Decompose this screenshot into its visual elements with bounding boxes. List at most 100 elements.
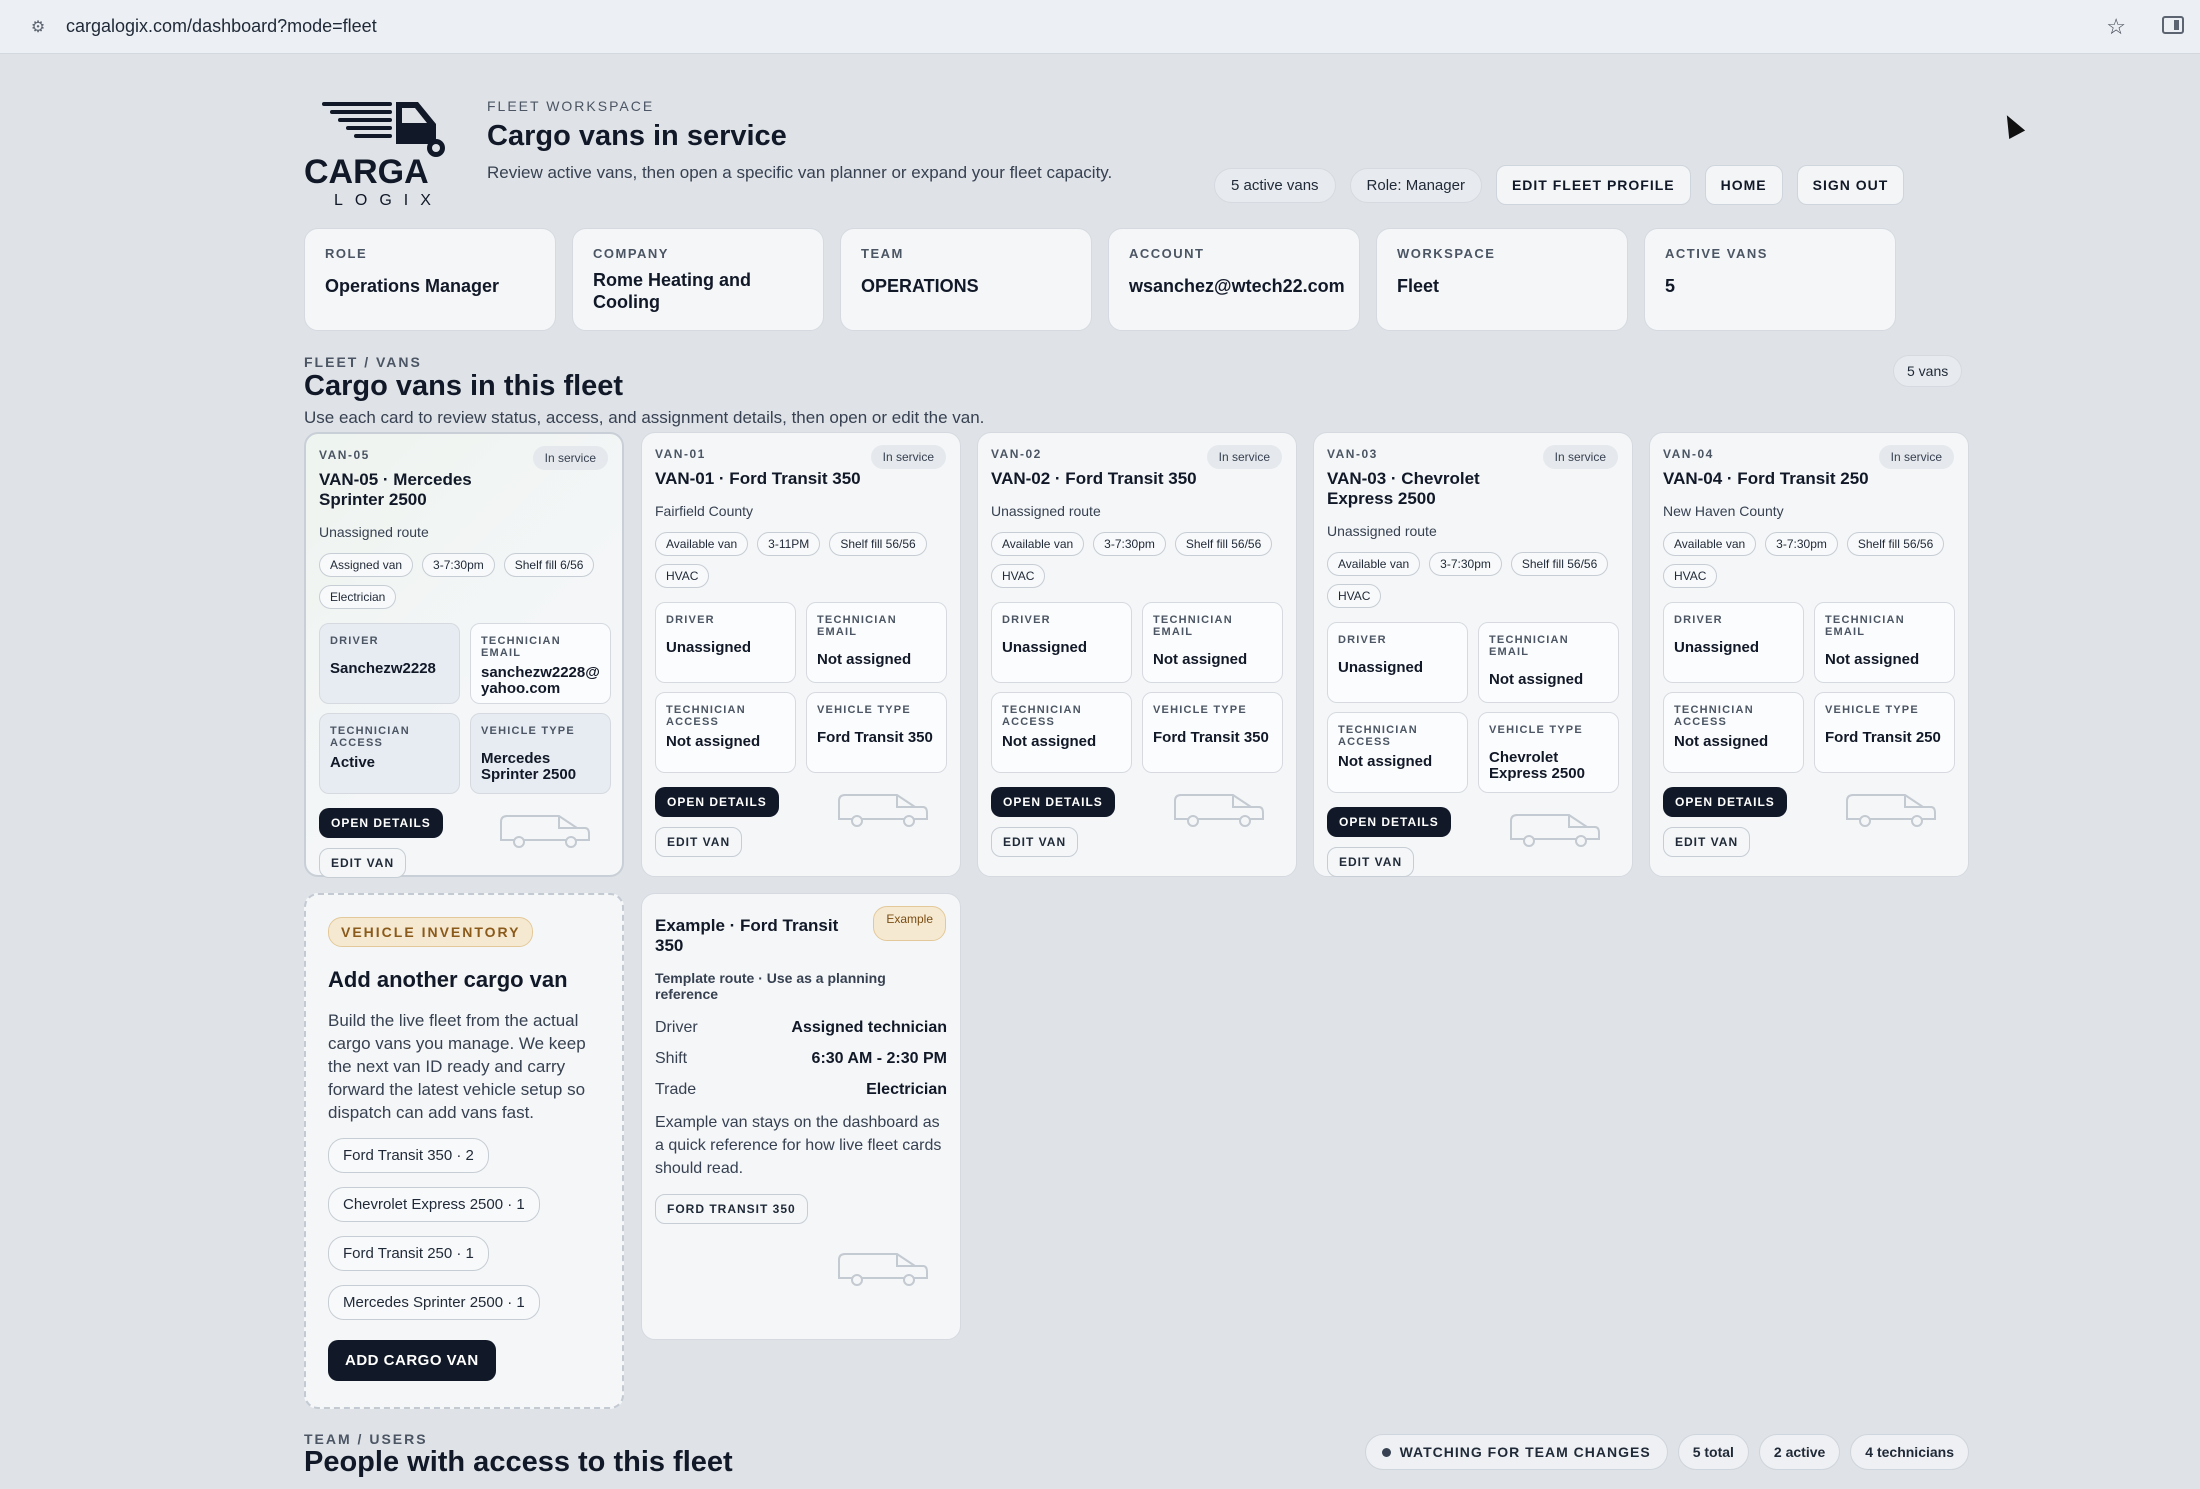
example-van-card: Example · Ford Transit 350 Example Templ…	[641, 893, 961, 1340]
open-details-button[interactable]: OPEN DETAILS	[991, 787, 1115, 817]
url-field[interactable]: cargalogix.com/dashboard?mode=fleet	[66, 16, 377, 37]
van-detail-grid: DRIVER Sanchezw2228 TECHNICIAN EMAIL san…	[319, 623, 611, 794]
van-detail-grid: DRIVER Unassigned TECHNICIAN EMAIL Not a…	[991, 602, 1283, 773]
info-label: ACCOUNT	[1129, 246, 1205, 261]
side-panel-icon[interactable]	[2162, 16, 2184, 34]
van-tag: Available van	[1663, 532, 1757, 556]
inventory-model-list: Ford Transit 350 · 2 Chevrolet Express 2…	[328, 1138, 600, 1320]
van-route: Fairfield County	[655, 503, 754, 519]
edit-van-button[interactable]: EDIT VAN	[1327, 847, 1415, 877]
van-driver-value: Unassigned	[1002, 639, 1088, 656]
van-tag: Shelf fill 56/56	[1174, 532, 1273, 556]
van-name: VAN-01 · Ford Transit 350	[655, 469, 861, 488]
van-tech-access-value: Not assigned	[1002, 733, 1097, 750]
van-tag-list: Assigned van 3-7:30pm Shelf fill 6/56 Elect…	[319, 553, 615, 609]
example-row-driver: Driver Assigned technician	[655, 1012, 947, 1043]
info-value: Fleet	[1397, 276, 1440, 296]
edit-van-button[interactable]: EDIT VAN	[655, 827, 743, 857]
row-value: 6:30 AM - 2:30 PM	[811, 1049, 947, 1067]
edit-van-button[interactable]: EDIT VAN	[319, 848, 407, 878]
example-van-name: Example · Ford Transit 350	[655, 916, 839, 955]
site-settings-icon[interactable]: ⚙	[28, 17, 48, 37]
inventory-description: Build the live fleet from the actual car…	[328, 1011, 586, 1122]
van-status-badge: In service	[1542, 445, 1618, 469]
van-tech-access-value: Not assigned	[1674, 733, 1769, 750]
team-title: People with access to this fleet	[304, 1446, 733, 1478]
open-details-button[interactable]: OPEN DETAILS	[655, 787, 779, 817]
info-card-account: ACCOUNT wsanchez@wtech22.com	[1108, 228, 1360, 331]
edit-van-button[interactable]: EDIT VAN	[991, 827, 1079, 857]
van-card-van-05[interactable]: VAN-05 VAN-05 · Mercedes Sprinter 2500 I…	[304, 432, 624, 878]
example-model-tag[interactable]: FORD TRANSIT 350	[655, 1194, 808, 1224]
example-row-trade: Trade Electrician	[655, 1074, 947, 1105]
open-details-button[interactable]: OPEN DETAILS	[1327, 807, 1451, 837]
detail-label: VEHICLE TYPE	[1489, 724, 1583, 736]
row-value: Assigned technician	[791, 1018, 947, 1036]
van-card-van-03[interactable]: VAN-03 VAN-03 · Chevrolet Express 2500 I…	[1313, 432, 1633, 877]
detail-label: TECHNICIAN EMAIL	[1153, 614, 1233, 638]
van-actions: OPEN DETAILS EDIT VAN	[1327, 807, 1619, 887]
info-card-company: COMPANY Rome Heating and Cooling	[572, 228, 824, 331]
van-route: New Haven County	[1663, 503, 1784, 519]
van-tag: HVAC	[1663, 564, 1718, 588]
detail-label: TECHNICIAN ACCESS	[1002, 704, 1082, 728]
team-active-pill: 2 active	[1758, 1434, 1841, 1470]
van-driver-box: DRIVER Unassigned	[1663, 602, 1804, 683]
van-vehicle-type-value: Chevrolet Express 2500	[1489, 749, 1585, 782]
van-vehicle-type-box: VEHICLE TYPE Chevrolet Express 2500	[1478, 712, 1619, 793]
bookmark-star-icon[interactable]: ☆	[2106, 14, 2126, 40]
info-label: ACTIVE VANS	[1665, 246, 1768, 261]
van-tag: HVAC	[991, 564, 1046, 588]
detail-label: DRIVER	[330, 635, 379, 647]
van-detail-grid: DRIVER Unassigned TECHNICIAN EMAIL Not a…	[1327, 622, 1619, 793]
van-card-van-02[interactable]: VAN-02 VAN-02 · Ford Transit 350 In serv…	[977, 432, 1297, 877]
info-card-role: ROLE Operations Manager	[304, 228, 556, 331]
role-pill: Role: Manager	[1349, 167, 1482, 203]
add-cargo-van-button[interactable]: ADD CARGO VAN	[328, 1340, 496, 1381]
van-tech-email-value: sanchezw2228@yahoo.com	[481, 664, 600, 697]
van-tag: 3-11PM	[757, 532, 821, 556]
van-tech-email-value: Not assigned	[1489, 671, 1584, 688]
van-driver-value: Unassigned	[1674, 639, 1760, 656]
inventory-model-pill[interactable]: Chevrolet Express 2500 · 1	[328, 1187, 540, 1222]
van-tag: Shelf fill 56/56	[829, 532, 927, 556]
van-status-badge: In service	[1206, 445, 1282, 469]
van-driver-value: Unassigned	[666, 639, 752, 656]
vehicle-inventory-card: VEHICLE INVENTORY Add another cargo van …	[304, 893, 624, 1409]
inventory-model-pill[interactable]: Ford Transit 250 · 1	[328, 1236, 489, 1271]
open-details-button[interactable]: OPEN DETAILS	[319, 808, 443, 838]
van-vehicle-type-box: VEHICLE TYPE Ford Transit 350	[1142, 692, 1283, 773]
van-tag: 3-7:30pm	[1093, 532, 1166, 556]
van-driver-box: DRIVER Unassigned	[655, 602, 796, 683]
home-button[interactable]: HOME	[1704, 165, 1783, 205]
van-illustration-icon	[500, 815, 590, 848]
sign-out-button[interactable]: SIGN OUT	[1796, 165, 1905, 205]
example-description: Example van stays on the dashboard as a …	[655, 1114, 942, 1177]
account-info-row: ROLE Operations Manager COMPANY Rome Hea…	[304, 228, 1896, 331]
detail-label: TECHNICIAN ACCESS	[666, 704, 746, 728]
van-status-badge: In service	[870, 445, 946, 469]
open-details-button[interactable]: OPEN DETAILS	[1663, 787, 1787, 817]
van-tag: Shelf fill 6/56	[503, 553, 595, 577]
info-value: wsanchez@wtech22.com	[1129, 276, 1345, 296]
van-tech-email-value: Not assigned	[817, 651, 912, 668]
van-tech-email-box: TECHNICIAN EMAIL Not assigned	[1814, 602, 1955, 683]
team-status-bar: WATCHING FOR TEAM CHANGES 5 total 2 acti…	[1364, 1434, 1969, 1470]
live-dot-icon	[1381, 1447, 1391, 1457]
inventory-model-pill[interactable]: Ford Transit 350 · 2	[328, 1138, 489, 1173]
van-card-van-01[interactable]: VAN-01 VAN-01 · Ford Transit 350 In serv…	[641, 432, 961, 877]
edit-fleet-profile-button[interactable]: EDIT FLEET PROFILE	[1495, 165, 1691, 205]
inventory-model-pill[interactable]: Mercedes Sprinter 2500 · 1	[328, 1285, 540, 1320]
van-card-van-04[interactable]: VAN-04 VAN-04 · Ford Transit 250 In serv…	[1649, 432, 1969, 877]
van-tech-email-box: TECHNICIAN EMAIL sanchezw2228@yahoo.com	[470, 623, 611, 704]
van-tag-list: Available van 3-7:30pm Shelf fill 56/56 HVA…	[1327, 552, 1623, 608]
detail-label: VEHICLE TYPE	[481, 725, 575, 737]
van-tech-access-box: TECHNICIAN ACCESS Not assigned	[1663, 692, 1804, 773]
edit-van-button[interactable]: EDIT VAN	[1663, 827, 1751, 857]
van-tag: Shelf fill 56/56	[1846, 532, 1945, 556]
row-value: Electrician	[866, 1080, 947, 1098]
info-label: WORKSPACE	[1397, 246, 1496, 261]
header-eyebrow: FLEET WORKSPACE	[487, 98, 655, 114]
van-status-badge: In service	[532, 446, 608, 470]
detail-label: DRIVER	[1002, 614, 1051, 626]
